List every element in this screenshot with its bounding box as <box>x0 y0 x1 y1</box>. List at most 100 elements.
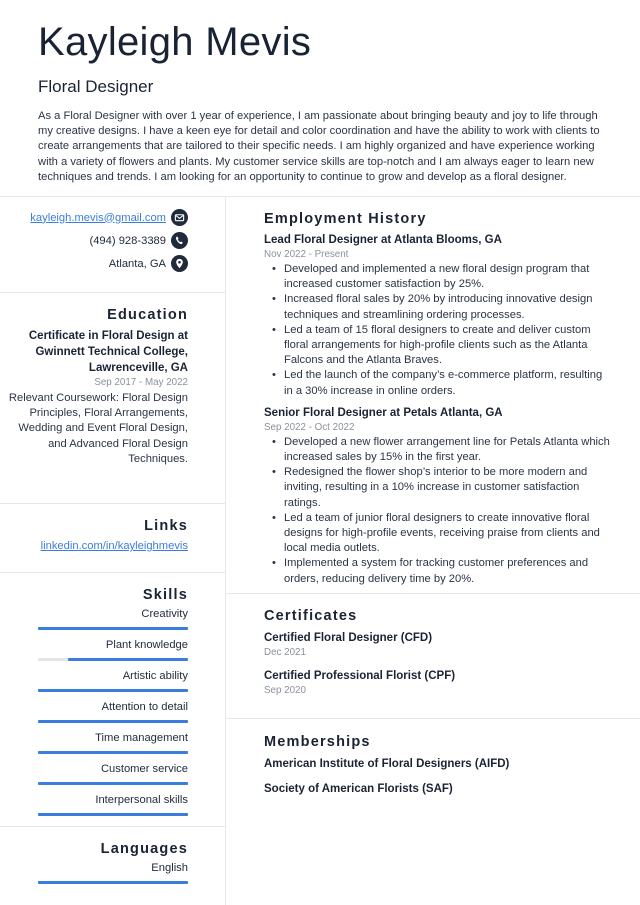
skill-item: Interpersonal skills <box>0 792 188 816</box>
linkedin-link[interactable]: linkedin.com/in/kayleighmevis <box>41 538 188 554</box>
employment-section: Employment History Lead Floral Designer … <box>226 209 640 593</box>
certificates-list: Certified Floral Designer (CFD) Dec 2021 C… <box>264 630 610 698</box>
memberships-list: American Institute of Floral Designers (… <box>264 756 610 797</box>
skill-level-bar <box>38 751 188 754</box>
job-bullet: Implemented a system for tracking custom… <box>270 556 610 586</box>
resume-header: Kayleigh Mevis Floral Designer As a Flor… <box>0 0 640 196</box>
certificates-section: Certificates Certified Floral Designer (… <box>226 606 640 706</box>
job-entry: Lead Floral Designer at Atlanta Blooms, … <box>264 232 610 399</box>
job-bullet: Led a team of junior floral designers to… <box>270 511 610 557</box>
skill-label: Attention to detail <box>101 701 188 713</box>
languages-heading: Languages <box>100 841 188 857</box>
language-label: English <box>151 862 188 874</box>
contact-section: kayleigh.mevis@gmail.com (494) 928-3389 … <box>0 206 225 275</box>
profile-summary: As a Floral Designer with over 1 year of… <box>38 110 600 183</box>
job-bullet: Developed and implemented a new floral d… <box>270 262 610 292</box>
certificates-heading: Certificates <box>264 608 358 624</box>
skill-level-bar <box>38 813 188 816</box>
education-heading: Education <box>107 307 188 323</box>
main-divider <box>226 593 640 594</box>
education-description: Relevant Coursework: Floral Design Princ… <box>8 392 188 465</box>
skill-level-fill <box>38 782 188 785</box>
certificate-date: Sep 2020 <box>264 685 306 696</box>
membership-item: American Institute of Floral Designers (… <box>264 758 510 770</box>
links-section: Links linkedin.com/in/kayleighmevis <box>0 516 225 554</box>
education-dates: Sep 2017 - May 2022 <box>94 377 188 388</box>
skill-level-fill <box>38 813 188 816</box>
job-bullet: Increased floral sales by 20% by introdu… <box>270 292 610 322</box>
map-pin-icon <box>171 255 188 272</box>
sidebar-divider <box>0 292 225 293</box>
certificate-item: Certified Floral Designer (CFD) Dec 2021 <box>264 630 610 660</box>
skill-item: Artistic ability <box>0 668 188 692</box>
job-entry-title: Senior Floral Designer at Petals Atlanta… <box>264 406 503 419</box>
sidebar-divider <box>0 503 225 504</box>
employment-heading: Employment History <box>264 211 427 227</box>
job-bullet: Led the launch of the company’s e-commer… <box>270 368 610 398</box>
skill-item: Customer service <box>0 761 188 785</box>
contact-phone-row: (494) 928-3389 <box>0 229 188 252</box>
phone-number: (494) 928-3389 <box>89 234 166 247</box>
job-bullets: Developed a new flower arrangement line … <box>270 435 610 587</box>
job-entry-title: Lead Floral Designer at Atlanta Blooms, … <box>264 234 502 246</box>
job-entry-dates: Sep 2022 - Oct 2022 <box>264 421 355 433</box>
certificate-date: Dec 2021 <box>264 647 306 658</box>
phone-icon <box>171 232 188 249</box>
skills-heading: Skills <box>142 587 188 603</box>
membership-item: Society of American Florists (SAF) <box>264 783 453 795</box>
email-link[interactable]: kayleigh.mevis@gmail.com <box>30 212 166 224</box>
skill-level-bar <box>38 627 188 630</box>
language-item: English <box>0 860 188 884</box>
candidate-name: Kayleigh Mevis <box>38 20 312 64</box>
skill-level-fill <box>38 720 188 723</box>
job-entry: Senior Floral Designer at Petals Atlanta… <box>264 405 610 587</box>
main-divider <box>226 718 640 719</box>
skill-level-fill <box>38 689 188 692</box>
job-bullet: Led a team of 15 floral designers to cre… <box>270 323 610 369</box>
memberships-heading: Memberships <box>264 734 371 750</box>
skill-level-bar <box>38 689 188 692</box>
skill-level-bar <box>38 782 188 785</box>
job-bullets: Developed and implemented a new floral d… <box>270 262 610 399</box>
skill-label: Plant knowledge <box>105 639 188 651</box>
languages-list: English <box>0 860 188 884</box>
skill-label: Interpersonal skills <box>95 794 188 806</box>
job-bullet: Developed a new flower arrangement line … <box>270 435 610 465</box>
envelope-icon <box>171 209 188 226</box>
skills-section: Skills Creativity Plant knowledge Artistic… <box>0 585 225 823</box>
skill-level-bar <box>38 658 188 661</box>
sidebar-divider <box>0 572 225 573</box>
memberships-section: Memberships American Institute of Floral… <box>226 732 640 806</box>
skill-label: Customer service <box>100 763 188 775</box>
jobs-list: Lead Floral Designer at Atlanta Blooms, … <box>264 232 610 587</box>
contact-location-row: Atlanta, GA <box>0 252 188 275</box>
contact-email-row: kayleigh.mevis@gmail.com <box>0 206 188 229</box>
certificate-title: Certified Professional Florist (CPF) <box>264 670 456 682</box>
job-bullet: Redesigned the flower shop’s interior to… <box>270 465 610 511</box>
languages-section: Languages English <box>0 839 225 891</box>
skill-item: Creativity <box>0 606 188 630</box>
skill-item: Time management <box>0 730 188 754</box>
education-title: Certificate in Floral Design at Gwinnett… <box>28 330 188 374</box>
skill-level-fill <box>38 751 188 754</box>
skill-label: Creativity <box>141 608 188 620</box>
language-level-fill <box>38 881 188 884</box>
skill-level-bar <box>38 720 188 723</box>
certificate-item: Certified Professional Florist (CPF) Sep … <box>264 668 610 698</box>
job-entry-dates: Nov 2022 - Present <box>264 249 349 260</box>
header-divider <box>0 196 640 197</box>
skill-item: Attention to detail <box>0 699 188 723</box>
language-level-bar <box>38 881 188 884</box>
skill-level-fill <box>38 627 188 630</box>
links-heading: Links <box>144 518 188 534</box>
skills-list: Creativity Plant knowledge Artistic abilit… <box>0 606 188 816</box>
skill-label: Time management <box>95 732 188 744</box>
location-text: Atlanta, GA <box>108 257 166 270</box>
sidebar-divider <box>0 826 225 827</box>
education-section: Education Certificate in Floral Design a… <box>0 305 225 467</box>
certificate-title: Certified Floral Designer (CFD) <box>264 632 433 644</box>
job-title: Floral Designer <box>38 77 154 96</box>
skill-label: Artistic ability <box>122 670 188 682</box>
skill-level-fill <box>68 658 188 661</box>
skill-item: Plant knowledge <box>0 637 188 661</box>
